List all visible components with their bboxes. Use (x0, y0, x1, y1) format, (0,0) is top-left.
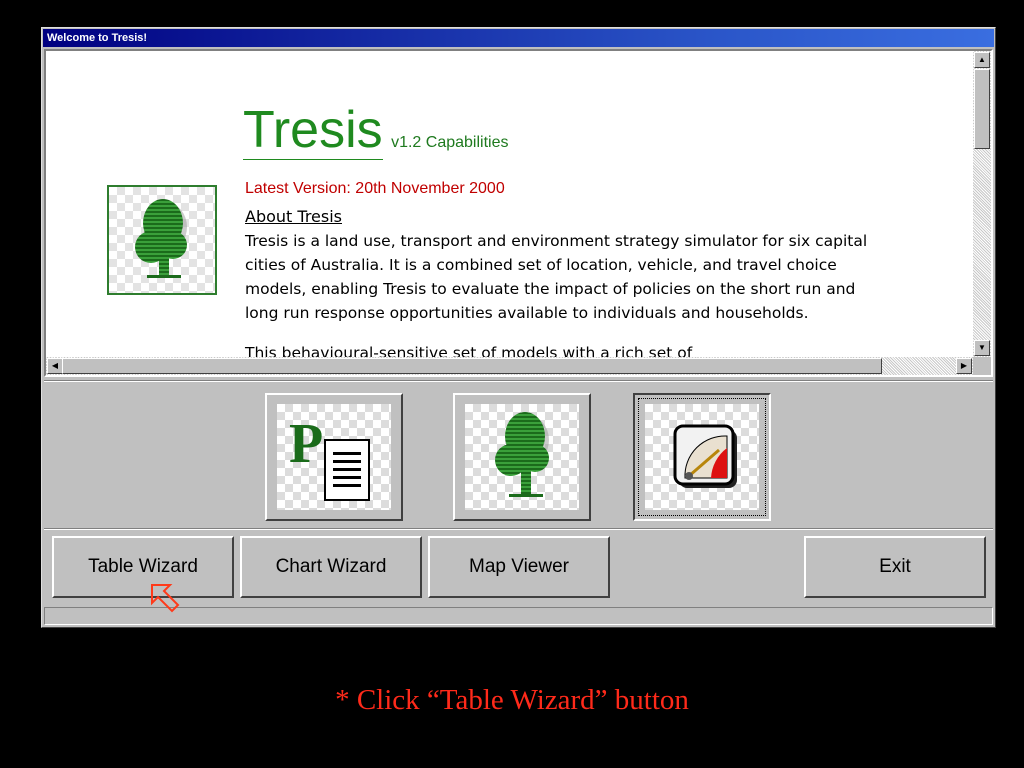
tree-icon-button[interactable] (453, 393, 591, 521)
scroll-down-button[interactable]: ▼ (974, 340, 990, 356)
exit-button[interactable]: Exit (804, 536, 986, 598)
icon-face (645, 404, 759, 510)
horizontal-scroll-thumb[interactable] (62, 358, 882, 374)
scroll-left-button[interactable]: ◀ (47, 358, 63, 374)
gauge-icon (673, 424, 737, 488)
tree-icon (135, 199, 187, 278)
brand-version: v1.2 Capabilities (391, 134, 509, 151)
status-bar (44, 607, 993, 625)
tree-icon (495, 412, 549, 497)
brand-name: Tresis (243, 101, 383, 160)
map-viewer-button[interactable]: Map Viewer (428, 536, 610, 598)
report-icon-button[interactable]: P (265, 393, 403, 521)
instruction-caption: * Click “Table Wizard” button (335, 684, 689, 716)
report-letter: P (289, 413, 323, 475)
chart-wizard-button[interactable]: Chart Wizard (240, 536, 422, 598)
window-title: Welcome to Tresis! (43, 29, 994, 47)
content-viewport: Tresis v1.2 Capabilities Latest Version:… (46, 51, 973, 357)
divider (44, 528, 993, 530)
tresis-logo (107, 185, 217, 295)
content-pane: Tresis v1.2 Capabilities Latest Version:… (44, 49, 993, 377)
icon-face: P (277, 404, 391, 510)
vertical-scroll-thumb[interactable] (974, 69, 990, 149)
partial-line: This behavioural-sensitive set of models… (245, 344, 693, 357)
pointer-arrow-icon (151, 584, 180, 613)
about-heading: About Tresis (245, 207, 342, 226)
tresis-window: Welcome to Tresis! Tresis v1.2 Capabilit… (41, 27, 996, 628)
horizontal-scrollbar[interactable]: ◀ ▶ (46, 357, 973, 375)
vertical-scrollbar[interactable]: ▲ ▼ (973, 51, 991, 357)
brand-heading: Tresis v1.2 Capabilities (243, 101, 509, 160)
divider (44, 380, 993, 382)
about-paragraph: Tresis is a land use, transport and envi… (245, 232, 868, 322)
report-document-icon: P (289, 413, 370, 501)
scroll-right-button[interactable]: ▶ (956, 358, 972, 374)
about-text: Tresis is a land use, transport and envi… (245, 229, 885, 357)
scrollbar-corner (973, 357, 991, 375)
scroll-up-button[interactable]: ▲ (974, 52, 990, 68)
gauge-icon-button[interactable] (633, 393, 771, 521)
icon-face (465, 404, 579, 510)
table-wizard-button[interactable]: Table Wizard (52, 536, 234, 598)
latest-version: Latest Version: 20th November 2000 (245, 180, 505, 197)
